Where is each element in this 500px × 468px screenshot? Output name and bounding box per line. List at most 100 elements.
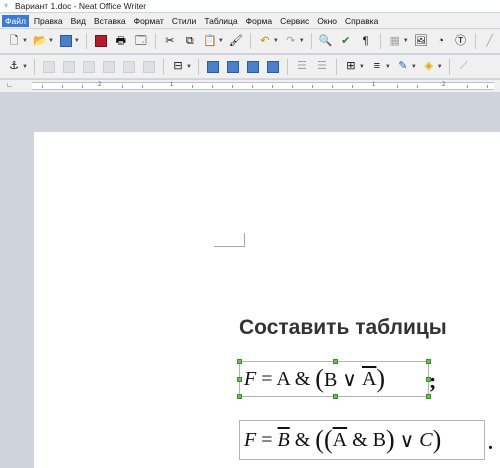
save-icon[interactable] — [57, 32, 75, 50]
chevron-down-icon[interactable]: ▼ — [22, 64, 28, 70]
send-to-back-icon — [266, 60, 279, 73]
frame-toolbar: ⚓ ▼ ⊟ ▼ ☰ ☰ ⊞ ▼ ≡ ▼ ✎ ▼ ◈ ▼ ⟋ — [0, 55, 500, 79]
border-style-icon[interactable]: ≡ — [368, 58, 386, 76]
background-color-icon[interactable]: ◈ — [420, 58, 438, 76]
insert-chart-icon[interactable]: ◔ — [432, 32, 450, 50]
menu-styles[interactable]: Стили — [169, 15, 200, 27]
back-one-icon[interactable] — [244, 58, 262, 76]
ruler-tick — [312, 85, 313, 88]
resize-handle[interactable] — [333, 394, 338, 399]
paste-icon[interactable]: 📋 — [201, 32, 219, 50]
formula-object-2[interactable]: F = B & (( A & B ) ∨ C ) — [239, 420, 485, 460]
wrap-off-icon[interactable] — [40, 58, 58, 76]
link-frames-icon[interactable]: ⟋ — [455, 58, 473, 76]
insert-table-icon[interactable]: ▦ — [386, 32, 404, 50]
menu-format[interactable]: Формат — [131, 15, 167, 27]
to-foreground-icon[interactable]: ☰ — [293, 58, 311, 76]
insert-textbox-icon[interactable]: Ⓣ — [452, 32, 470, 50]
wrap-after-icon — [122, 60, 135, 73]
chevron-down-icon[interactable]: ▼ — [437, 64, 443, 70]
document-page[interactable]: Составить таблицы F = A & ( B ∨ A ) ; F … — [34, 132, 500, 468]
document-workspace: Составить таблицы F = A & ( B ∨ A ) ; F … — [0, 92, 500, 468]
menu-file[interactable]: Файл — [2, 14, 29, 27]
formatting-marks-icon[interactable]: ¶ — [357, 32, 375, 50]
export-pdf-icon[interactable] — [92, 32, 110, 50]
chevron-down-icon[interactable]: ▼ — [359, 64, 365, 70]
clone-formatting-icon[interactable]: 🖌 — [227, 32, 245, 50]
spelling-icon[interactable]: ✔ — [337, 32, 355, 50]
resize-handle[interactable] — [426, 394, 431, 399]
print-icon[interactable]: 🖶 — [112, 32, 130, 50]
menu-edit[interactable]: Правка — [31, 15, 66, 27]
window-title: Вариант 1.doc - Neat Office Writer — [15, 1, 147, 11]
formula-negated-variable: A — [361, 367, 377, 390]
resize-handle[interactable] — [237, 377, 242, 382]
menu-table[interactable]: Таблица — [201, 15, 240, 27]
wrap-optimal-icon[interactable] — [80, 58, 98, 76]
chevron-down-icon[interactable]: ▼ — [273, 38, 279, 44]
to-background-icon[interactable]: ☰ — [313, 58, 331, 76]
copy-icon[interactable]: ⧉ — [181, 32, 199, 50]
find-replace-icon[interactable]: 🔍 — [317, 32, 335, 50]
forward-one-icon[interactable] — [224, 58, 242, 76]
ruler-tick — [142, 85, 143, 88]
wrap-before-icon[interactable] — [100, 58, 118, 76]
cut-icon[interactable]: ✂ — [161, 32, 179, 50]
borders-icon[interactable]: ⊞ — [342, 58, 360, 76]
undo-icon[interactable]: ↶ — [256, 32, 274, 50]
ruler-tick — [397, 85, 398, 88]
chevron-down-icon[interactable]: ▼ — [48, 38, 54, 44]
horizontal-ruler[interactable]: 2 1 1 2 — [0, 80, 500, 92]
formula-object-1[interactable]: F = A & ( B ∨ A ) — [237, 359, 431, 399]
title-bar: ♆ Вариант 1.doc - Neat Office Writer — [0, 0, 500, 12]
formula-punctuation: . — [488, 432, 493, 454]
formula-text: = — [256, 428, 278, 451]
chevron-down-icon[interactable]: ▼ — [186, 64, 192, 70]
align-objects-icon[interactable]: ⊟ — [169, 58, 187, 76]
chevron-down-icon[interactable]: ▼ — [385, 64, 391, 70]
menu-view[interactable]: Вид — [68, 15, 89, 27]
chevron-down-icon[interactable]: ▼ — [218, 38, 224, 44]
print-preview-icon[interactable]: 🗔 — [132, 32, 150, 50]
toolbar-separator — [197, 58, 199, 75]
wrap-parallel-icon[interactable] — [60, 58, 78, 76]
anchor-icon[interactable]: ⚓ — [5, 58, 23, 76]
formula-negated-variable: B — [277, 428, 290, 451]
menu-window[interactable]: Окно — [314, 15, 340, 27]
resize-handle[interactable] — [426, 359, 431, 364]
redo-icon[interactable]: ↷ — [282, 32, 300, 50]
menu-form[interactable]: Форма — [243, 15, 276, 27]
menu-help[interactable]: Справка — [342, 15, 381, 27]
ruler-tick — [82, 85, 83, 88]
border-color-icon[interactable]: ✎ — [394, 58, 412, 76]
formula-variable: C — [419, 428, 433, 451]
bring-to-front-icon[interactable] — [204, 58, 222, 76]
insert-line-icon[interactable]: ╱ — [481, 32, 499, 50]
wrap-through-icon[interactable] — [140, 58, 158, 76]
toolbar-separator — [249, 33, 251, 49]
menu-insert[interactable]: Вставка — [91, 15, 129, 27]
menu-tools[interactable]: Сервис — [277, 15, 312, 27]
chevron-down-icon[interactable]: ▼ — [411, 64, 417, 70]
wrap-off-icon — [42, 60, 55, 73]
formula-text: & B — [347, 428, 386, 451]
toolbar-separator — [310, 33, 312, 49]
export-pdf-icon — [94, 35, 107, 47]
toolbar-separator — [162, 58, 164, 75]
chevron-down-icon[interactable]: ▼ — [74, 38, 80, 44]
toolbar-separator — [154, 33, 156, 49]
tab-stop-selector[interactable]: ∟ — [6, 82, 13, 89]
ruler-scale[interactable]: 2 1 1 2 — [32, 82, 494, 90]
resize-handle[interactable] — [237, 394, 242, 399]
new-document-icon[interactable]: 🗋 — [5, 32, 23, 50]
document-heading[interactable]: Составить таблицы — [239, 316, 447, 340]
wrap-after-icon[interactable] — [120, 58, 138, 76]
send-to-back-icon[interactable] — [264, 58, 282, 76]
resize-handle[interactable] — [333, 359, 338, 364]
toolbar-separator — [474, 33, 476, 49]
formula-variable: F — [244, 367, 257, 390]
resize-handle[interactable] — [237, 359, 242, 364]
open-icon[interactable]: 📂 — [31, 32, 49, 50]
chevron-down-icon[interactable]: ▼ — [22, 38, 28, 44]
insert-image-icon[interactable]: 🖼 — [412, 32, 430, 50]
